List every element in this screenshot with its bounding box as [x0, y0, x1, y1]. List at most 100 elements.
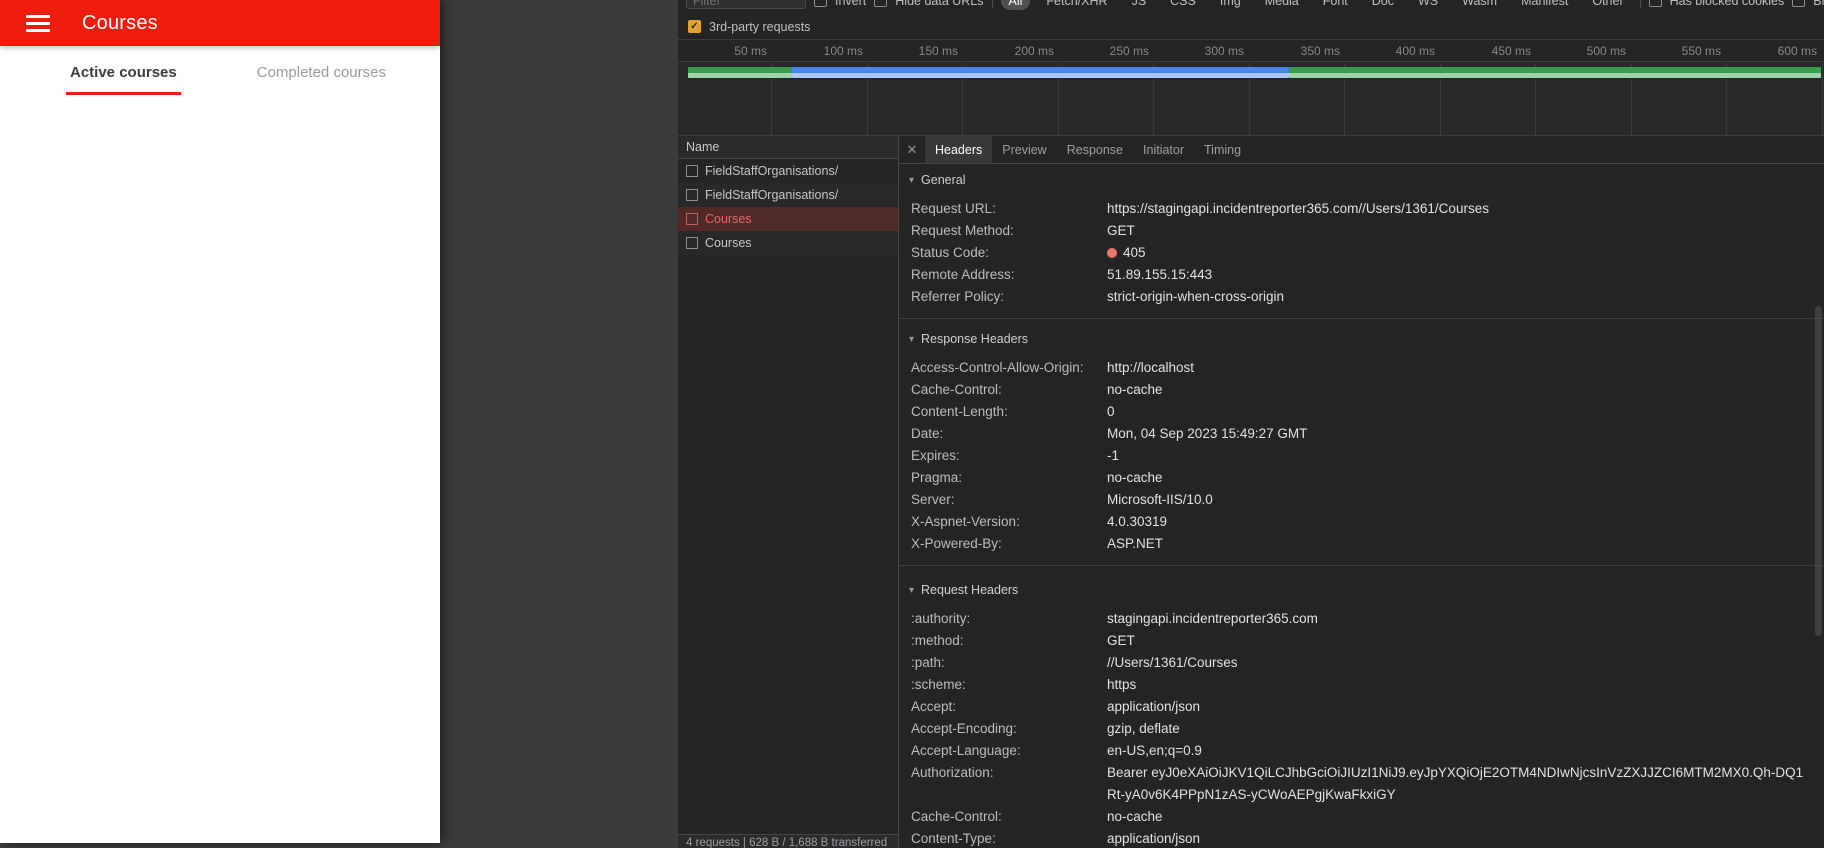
filter-type-manifest[interactable]: Manifest [1513, 0, 1576, 10]
timeline-tick-label: 150 ms [918, 44, 958, 58]
section-request-headers[interactable]: ▾ Request Headers [899, 578, 1824, 602]
third-party-checkbox[interactable]: ✓ [688, 20, 701, 33]
header-name: Accept-Language: [911, 743, 1021, 758]
name-column-header[interactable]: Name [678, 136, 898, 159]
timeline-tick-label: 450 ms [1491, 44, 1531, 58]
chevron-down-icon: ▾ [909, 584, 915, 596]
overview-bar-blue [792, 67, 1289, 78]
filter-type-all[interactable]: All [1000, 0, 1031, 10]
invert-checkbox[interactable] [814, 0, 827, 7]
header-name: Cache-Control: [911, 809, 1002, 824]
header-name: Expires: [911, 448, 960, 463]
header-row: Referrer Policy: strict-origin-when-cros… [899, 286, 1824, 308]
menu-button[interactable] [26, 14, 50, 32]
timeline-tick-label: 200 ms [1014, 44, 1054, 58]
header-row: Cache-Control: no-cache [899, 379, 1824, 401]
header-name: Cache-Control: [911, 382, 1002, 397]
network-filter-toolbar: Invert Hide data URLs All Fetch/XHR JS C… [678, 0, 1824, 14]
section-divider [899, 318, 1824, 319]
tab-completed-courses[interactable]: Completed courses [253, 46, 390, 95]
header-value: http://localhost [1107, 360, 1195, 375]
header-value: 0 [1107, 404, 1115, 419]
general-rows: Request URL: https://stagingapi.incident… [899, 198, 1824, 308]
header-name: Server: [911, 492, 955, 507]
section-title: Request Headers [921, 583, 1019, 597]
filter-type-wasm[interactable]: Wasm [1454, 0, 1505, 10]
timeline-tick-label: 550 ms [1681, 44, 1721, 58]
request-header-rows: :authority: stagingapi.incidentreporter3… [899, 608, 1824, 848]
header-name: X-Aspnet-Version: [911, 514, 1020, 529]
filter-type-other[interactable]: Other [1584, 0, 1631, 10]
header-row: X-Powered-By: ASP.NET [899, 533, 1824, 555]
header-value: 405 [1107, 242, 1146, 264]
toolbar-divider [1639, 0, 1641, 8]
document-icon [686, 237, 698, 249]
header-name: Status Code: [911, 245, 990, 260]
header-row: Status Code: 405 [899, 242, 1824, 264]
timeline-tick-label: 600 ms [1777, 44, 1817, 58]
header-name: X-Powered-By: [911, 536, 1002, 551]
request-row[interactable]: Courses [678, 231, 898, 255]
blocked-requests-checkbox[interactable] [1792, 0, 1806, 7]
timeline-tick-label: 500 ms [1586, 44, 1626, 58]
header-value: en-US,en;q=0.9 [1107, 743, 1202, 758]
network-filter-input[interactable] [686, 0, 806, 9]
invert-label: Invert [835, 0, 867, 8]
toolbar-divider [991, 0, 993, 8]
scrollbar-thumb[interactable] [1815, 306, 1822, 636]
filter-type-css[interactable]: CSS [1162, 0, 1204, 10]
header-row: Accept-Language: en-US,en;q=0.9 [899, 740, 1824, 762]
status-code-value: 405 [1123, 245, 1146, 260]
tab-initiator[interactable]: Initiator [1133, 136, 1194, 163]
header-value: strict-origin-when-cross-origin [1107, 289, 1285, 304]
tab-active-courses[interactable]: Active courses [66, 46, 181, 95]
tab-preview[interactable]: Preview [992, 136, 1056, 163]
network-summary-bar: 4 requests | 628 B / 1,688 B transferred [678, 834, 898, 848]
request-list: Name FieldStaffOrganisations/ FieldStaff… [678, 136, 899, 848]
header-name: Referrer Policy: [911, 289, 1005, 304]
header-name: Authorization: [911, 765, 994, 780]
header-name: Accept: [911, 699, 957, 714]
header-value: https://stagingapi.incidentreporter365.c… [1107, 201, 1489, 216]
header-value: stagingapi.incidentreporter365.com [1107, 611, 1318, 626]
header-name: :authority: [911, 611, 971, 626]
header-name: :path: [911, 655, 945, 670]
request-row[interactable]: FieldStaffOrganisations/ [678, 183, 898, 207]
header-value: application/json [1107, 699, 1201, 714]
header-row: Accept: application/json [899, 696, 1824, 718]
request-details-pane: ✕ Headers Preview Response Initiator Tim… [899, 136, 1824, 848]
section-response-headers[interactable]: ▾ Response Headers [899, 327, 1824, 351]
request-row-selected[interactable]: Courses [678, 207, 898, 231]
filter-type-img[interactable]: Img [1212, 0, 1249, 10]
timeline-tick-label: 250 ms [1109, 44, 1149, 58]
waterfall-overview[interactable] [678, 63, 1824, 136]
filter-type-font[interactable]: Font [1315, 0, 1356, 10]
header-name: Remote Address: [911, 267, 1015, 282]
tab-response[interactable]: Response [1057, 136, 1133, 163]
has-blocked-cookies-checkbox[interactable] [1648, 0, 1662, 7]
tab-timing[interactable]: Timing [1194, 136, 1251, 163]
third-party-label: 3rd-party requests [709, 19, 811, 34]
close-icon[interactable]: ✕ [899, 136, 925, 163]
header-row: Request Method: GET [899, 220, 1824, 242]
header-value: Bearer eyJ0eXAiOiJKV1QiLCJhbGciOiJIUzI1N… [1107, 765, 1804, 802]
header-row: Authorization: Bearer eyJ0eXAiOiJKV1QiLC… [899, 762, 1824, 806]
filter-type-doc[interactable]: Doc [1364, 0, 1402, 10]
filter-type-fetch-xhr[interactable]: Fetch/XHR [1038, 0, 1115, 10]
filter-type-js[interactable]: JS [1124, 0, 1155, 10]
request-row[interactable]: FieldStaffOrganisations/ [678, 159, 898, 183]
filter-type-media[interactable]: Media [1257, 0, 1307, 10]
section-general[interactable]: ▾ General [899, 168, 1824, 192]
header-name: Content-Length: [911, 404, 1008, 419]
blocked-requests-label: Blocked Requests [1813, 0, 1824, 8]
app-header: Courses [0, 0, 440, 46]
header-name: Accept-Encoding: [911, 721, 1017, 736]
header-value: no-cache [1107, 470, 1163, 485]
overview-bar-green [1289, 67, 1821, 78]
chevron-down-icon: ▾ [909, 333, 915, 345]
tab-headers[interactable]: Headers [925, 136, 993, 163]
filter-type-ws[interactable]: WS [1410, 0, 1446, 10]
hide-data-urls-checkbox[interactable] [874, 0, 888, 7]
network-main-area: Name FieldStaffOrganisations/ FieldStaff… [678, 136, 1824, 848]
header-name: Access-Control-Allow-Origin: [911, 360, 1084, 375]
